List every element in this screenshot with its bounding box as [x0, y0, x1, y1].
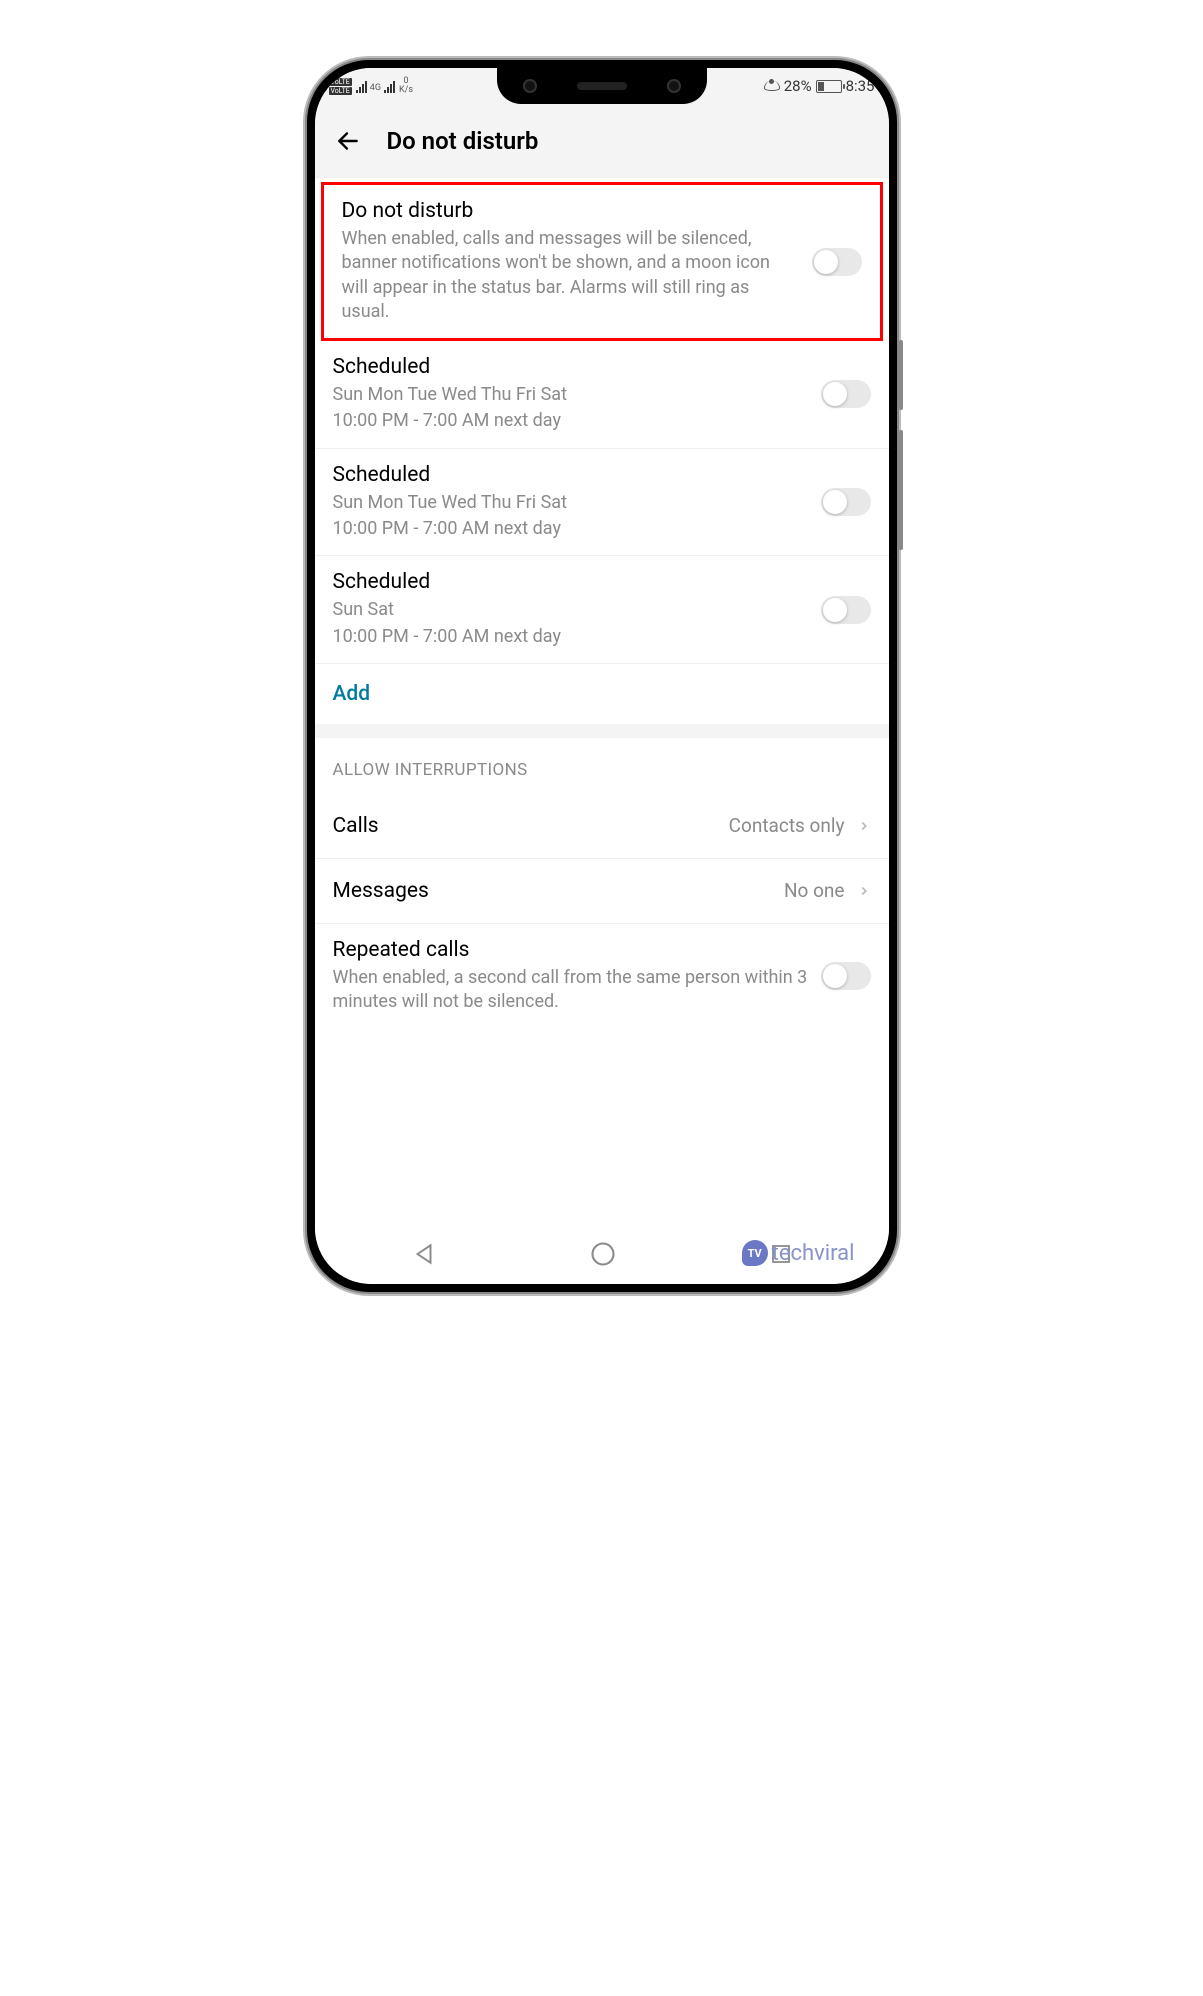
- battery-icon: [816, 80, 842, 93]
- repeated-calls-toggle[interactable]: [821, 962, 871, 990]
- status-left: VoLTE VoLTE 4G 0 K/s: [329, 77, 414, 95]
- earpiece-speaker: [577, 82, 627, 90]
- scheduled-days: Sun Mon Tue Wed Thu Fri Sat: [333, 491, 809, 515]
- scheduled-row[interactable]: Scheduled Sun Mon Tue Wed Thu Fri Sat 10…: [315, 449, 889, 557]
- watermark-badge-icon: TV: [742, 1240, 768, 1266]
- highlight-annotation: Do not disturb When enabled, calls and m…: [321, 182, 883, 341]
- watermark-text: techviral: [772, 1241, 855, 1266]
- network-type: 4G: [370, 83, 381, 93]
- phone-screen: VoLTE VoLTE 4G 0 K/s 28% 8:35: [315, 68, 889, 1284]
- signal-icon: 4G: [356, 80, 395, 93]
- dnd-master-row[interactable]: Do not disturb When enabled, calls and m…: [324, 185, 880, 338]
- messages-label: Messages: [333, 879, 772, 903]
- scheduled-title: Scheduled: [333, 570, 809, 594]
- front-camera: [667, 79, 681, 93]
- chevron-right-icon: [857, 815, 871, 837]
- messages-row[interactable]: Messages No one: [315, 859, 889, 924]
- calls-row[interactable]: Calls Contacts only: [315, 794, 889, 859]
- app-header: Do not disturb: [315, 104, 889, 178]
- repeated-calls-row[interactable]: Repeated calls When enabled, a second ca…: [315, 924, 889, 1029]
- calls-label: Calls: [333, 814, 717, 838]
- chevron-right-icon: [857, 880, 871, 902]
- add-schedule-button[interactable]: Add: [315, 664, 889, 724]
- side-button: [899, 340, 903, 410]
- scheduled-time: 10:00 PM - 7:00 AM next day: [333, 409, 809, 433]
- scheduled-toggle[interactable]: [821, 596, 871, 624]
- clock: 8:35: [846, 77, 875, 95]
- scheduled-title: Scheduled: [333, 463, 809, 487]
- phone-frame: VoLTE VoLTE 4G 0 K/s 28% 8:35: [307, 60, 897, 1292]
- dnd-title: Do not disturb: [342, 199, 800, 223]
- scheduled-time: 10:00 PM - 7:00 AM next day: [333, 517, 809, 541]
- front-camera: [523, 79, 537, 93]
- side-button: [899, 430, 903, 550]
- dnd-toggle[interactable]: [812, 248, 862, 276]
- watermark: TV techviral: [742, 1240, 855, 1266]
- repeated-title: Repeated calls: [333, 938, 809, 962]
- nav-home-icon[interactable]: [589, 1240, 617, 1268]
- messages-value: No one: [784, 879, 845, 902]
- back-button[interactable]: [333, 126, 363, 156]
- calls-value: Contacts only: [729, 814, 845, 837]
- scheduled-days: Sun Mon Tue Wed Thu Fri Sat: [333, 383, 809, 407]
- data-speed: 0 K/s: [399, 77, 413, 95]
- scheduled-toggle[interactable]: [821, 380, 871, 408]
- display-notch: [497, 68, 707, 104]
- scheduled-days: Sun Sat: [333, 598, 809, 622]
- scheduled-toggle[interactable]: [821, 488, 871, 516]
- status-right: 28% 8:35: [764, 77, 875, 95]
- volte-indicator: VoLTE VoLTE: [329, 78, 352, 95]
- scheduled-row[interactable]: Scheduled Sun Sat 10:00 PM - 7:00 AM nex…: [315, 556, 889, 664]
- scheduled-row[interactable]: Scheduled Sun Mon Tue Wed Thu Fri Sat 10…: [315, 341, 889, 449]
- battery-percent: 28%: [784, 77, 812, 95]
- nav-back-icon[interactable]: [411, 1241, 437, 1267]
- scheduled-time: 10:00 PM - 7:00 AM next day: [333, 625, 809, 649]
- settings-content: Do not disturb When enabled, calls and m…: [315, 178, 889, 1224]
- repeated-description: When enabled, a second call from the sam…: [333, 966, 809, 1015]
- eye-comfort-icon: [764, 81, 780, 91]
- back-arrow-icon: [335, 128, 361, 154]
- page-title: Do not disturb: [387, 127, 539, 155]
- section-divider: [315, 724, 889, 738]
- scheduled-title: Scheduled: [333, 355, 809, 379]
- interruptions-header: ALLOW INTERRUPTIONS: [315, 738, 889, 794]
- dnd-description: When enabled, calls and messages will be…: [342, 227, 800, 324]
